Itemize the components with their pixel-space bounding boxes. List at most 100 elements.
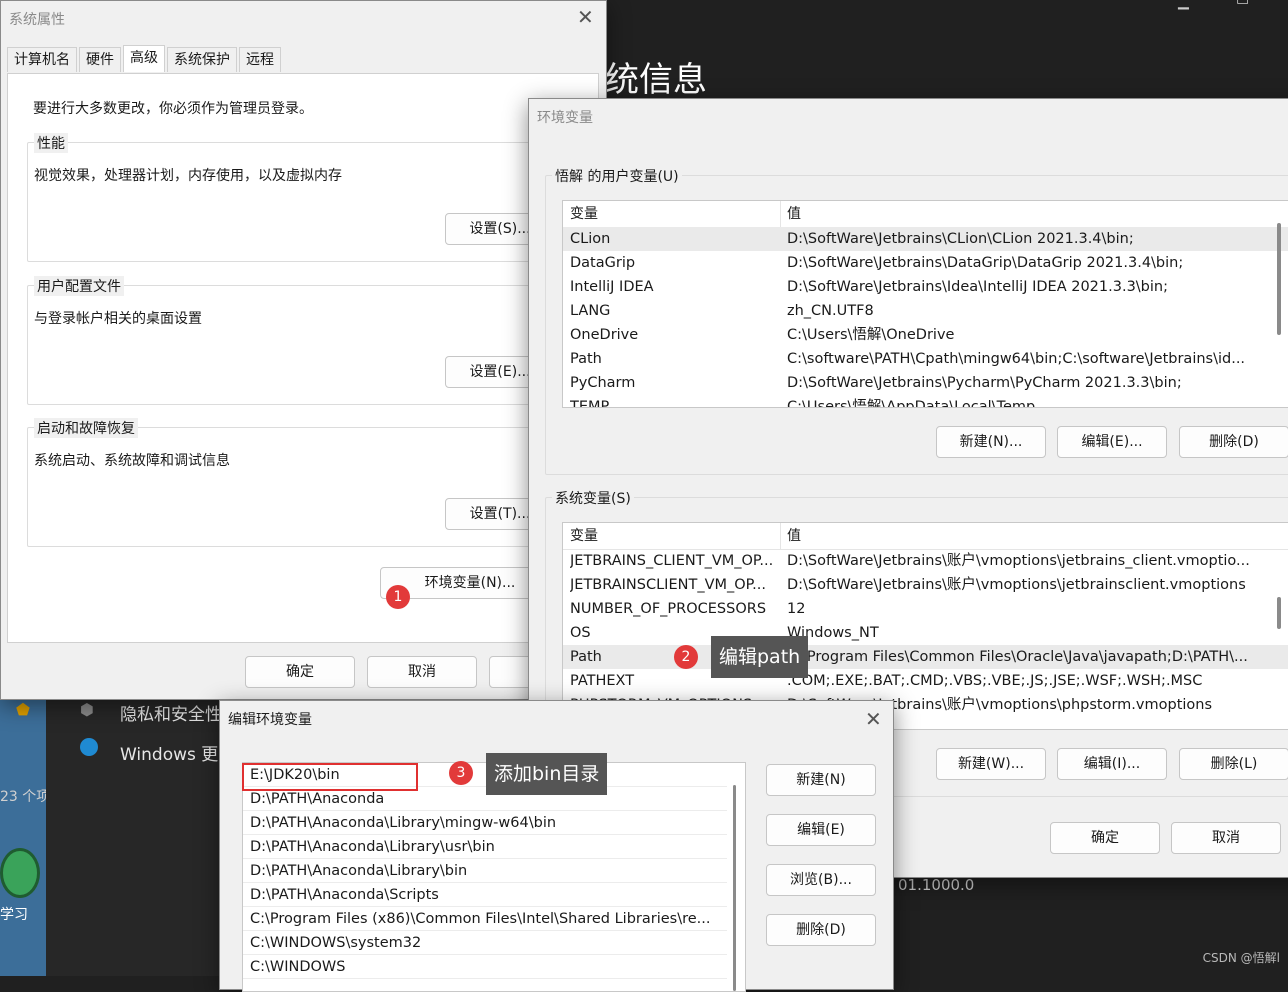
settings-menu: ⬢ 隐私和安全性 Windows 更新 bbox=[46, 680, 246, 976]
minimize-icon[interactable]: ▁ bbox=[1178, 0, 1189, 10]
variable-name-cell: LANG bbox=[570, 303, 611, 319]
table-row[interactable]: JETBRAINSCLIENT_VM_OP... D:\SoftWare\Jetb… bbox=[563, 573, 1288, 597]
table-row[interactable]: PATHEXT .COM;.EXE;.BAT;.CMD;.VBS;.VBE;.JS… bbox=[563, 669, 1288, 693]
system-edit-button[interactable]: 编辑(I)... bbox=[1057, 748, 1167, 780]
tab-computer-name[interactable]: 计算机名 bbox=[7, 47, 77, 72]
variable-value-cell: D:\SoftWare\Jetbrains\Pycharm\PyCharm 20… bbox=[787, 375, 1182, 391]
list-item[interactable]: D:\PATH\Anaconda\Library\usr\bin bbox=[243, 835, 727, 859]
list-header: 变量 值 bbox=[563, 523, 1288, 550]
performance-label: 性能 bbox=[34, 133, 68, 153]
column-variable[interactable]: 变量 bbox=[570, 201, 598, 227]
system-variables-list[interactable]: 变量 值 JETBRAINS_CLIENT_VM_OP... D:\SoftWar… bbox=[562, 522, 1288, 730]
tab-hardware[interactable]: 硬件 bbox=[79, 47, 121, 72]
variable-value-cell: D:\SoftWare\Jetbrains\账户\vmoptions\jetbr… bbox=[787, 577, 1246, 593]
column-variable[interactable]: 变量 bbox=[570, 523, 598, 549]
list-item[interactable]: D:\PATH\Anaconda\Library\mingw-w64\bin bbox=[243, 811, 727, 835]
variable-name-cell: IntelliJ IDEA bbox=[570, 279, 654, 295]
list-item[interactable]: C:\WINDOWS bbox=[243, 955, 727, 979]
table-row[interactable]: LANG zh_CN.UTF8 bbox=[563, 299, 1288, 323]
privacy-shield-icon: ⬢ bbox=[80, 700, 94, 719]
table-row[interactable]: CLion D:\SoftWare\Jetbrains\CLion\CLion 2… bbox=[563, 227, 1288, 251]
variable-value-cell: C:\Users\悟解\OneDrive bbox=[787, 327, 955, 343]
user-variables-list[interactable]: 变量 值 CLion D:\SoftWare\Jetbrains\CLion\CL… bbox=[562, 200, 1288, 408]
system-variables-label: 系统变量(S) bbox=[552, 488, 634, 508]
list-header: 变量 值 bbox=[563, 201, 1288, 228]
highlight-new-entry bbox=[242, 763, 418, 791]
edit-new-button[interactable]: 新建(N) bbox=[766, 764, 876, 796]
table-row[interactable]: Path C:\Program Files\Common Files\Oracle… bbox=[563, 645, 1288, 669]
path-entries-list[interactable]: E:\JDK20\bin D:\PATH\Anaconda D:\PATH\Anac… bbox=[242, 762, 746, 992]
table-row[interactable]: PyCharm D:\SoftWare\Jetbrains\Pycharm\PyC… bbox=[563, 371, 1288, 395]
scrollbar[interactable] bbox=[733, 785, 736, 991]
user-new-button[interactable]: 新建(N)... bbox=[936, 426, 1046, 458]
variable-name-cell: TEMP bbox=[570, 399, 610, 408]
performance-group: 性能 视觉效果，处理器计划，内存使用，以及虚拟内存 设置(S)... bbox=[27, 133, 587, 262]
table-row[interactable]: DataGrip D:\SoftWare\Jetbrains\DataGrip\D… bbox=[563, 251, 1288, 275]
list-item[interactable]: C:\Program Files (x86)\Common Files\Inte… bbox=[243, 907, 727, 931]
column-divider[interactable] bbox=[780, 201, 781, 227]
tab-system-protection[interactable]: 系统保护 bbox=[167, 47, 237, 72]
user-profile-desc: 与登录帐户相关的桌面设置 bbox=[34, 311, 202, 327]
variable-value-cell: D:\SoftWare\Jetbrains\Idea\IntelliJ IDEA… bbox=[787, 279, 1168, 295]
column-divider[interactable] bbox=[780, 523, 781, 549]
scrollbar[interactable] bbox=[1277, 597, 1281, 629]
table-row[interactable]: TEMP C:\Users\悟解\AppData\Local\Temp bbox=[563, 395, 1288, 408]
list-item[interactable]: D:\PATH\Anaconda\Library\bin bbox=[243, 859, 727, 883]
scrollbar[interactable] bbox=[1277, 223, 1281, 335]
user-profile-label: 用户配置文件 bbox=[34, 276, 124, 296]
variable-value-cell: Windows_NT bbox=[787, 625, 879, 641]
variable-name-cell: PyCharm bbox=[570, 375, 636, 391]
table-row[interactable]: JETBRAINS_CLIENT_VM_OP... D:\SoftWare\Jet… bbox=[563, 549, 1288, 573]
variable-value-cell: D:\SoftWare\Jetbrains\账户\vmoptions\jetbr… bbox=[787, 553, 1250, 569]
menu-item-windows-update[interactable]: Windows 更新 bbox=[120, 740, 235, 765]
user-delete-button[interactable]: 删除(D) bbox=[1179, 426, 1288, 458]
table-row[interactable]: OS Windows_NT bbox=[563, 621, 1288, 645]
variable-name-cell: JETBRAINS_CLIENT_VM_OP... bbox=[570, 553, 774, 569]
user-profile-group: 用户配置文件 与登录帐户相关的桌面设置 设置(E)... bbox=[27, 276, 587, 405]
variable-value-cell: C:\software\PATH\Cpath\mingw64\bin;C:\so… bbox=[787, 351, 1246, 367]
ok-button[interactable]: 确定 bbox=[245, 656, 355, 688]
variable-value-cell: D:\SoftWare\Jetbrains\DataGrip\DataGrip … bbox=[787, 255, 1184, 271]
list-item[interactable]: D:\PATH\Anaconda\Scripts bbox=[243, 883, 727, 907]
variable-name-cell: DataGrip bbox=[570, 255, 636, 271]
table-row[interactable]: IntelliJ IDEA D:\SoftWare\Jetbrains\Idea\… bbox=[563, 275, 1288, 299]
tab-remote[interactable]: 远程 bbox=[239, 47, 281, 72]
window-controls: ▁ □ bbox=[1170, 0, 1288, 10]
advanced-tab-panel: 要进行大多数更改，你必须作为管理员登录。 性能 视觉效果，处理器计划，内存使用，… bbox=[7, 73, 599, 643]
step-3-callout: 添加bin目录 bbox=[486, 753, 608, 795]
cancel-button[interactable]: 取消 bbox=[1171, 822, 1281, 854]
variable-name-cell: CLion bbox=[570, 231, 611, 247]
startup-recovery-group: 启动和故障恢复 系统启动、系统故障和调试信息 设置(T)... bbox=[27, 418, 587, 547]
table-row[interactable]: NUMBER_OF_PROCESSORS 12 bbox=[563, 597, 1288, 621]
edit-browse-button[interactable]: 浏览(B)... bbox=[766, 864, 876, 896]
step-marker-2: 2 bbox=[674, 645, 698, 669]
column-value[interactable]: 值 bbox=[787, 201, 801, 227]
system-new-button[interactable]: 新建(W)... bbox=[936, 748, 1046, 780]
desktop-app-icon[interactable] bbox=[0, 848, 40, 898]
dialog-title: 环境变量 bbox=[537, 110, 593, 126]
edit-delete-button[interactable]: 删除(D) bbox=[766, 914, 876, 946]
user-variables-label: 悟解 的用户变量(U) bbox=[552, 166, 682, 186]
step-marker-1: 1 bbox=[386, 585, 410, 609]
list-item[interactable]: C:\WINDOWS\system32 bbox=[243, 931, 727, 955]
table-row[interactable]: OneDrive C:\Users\悟解\OneDrive bbox=[563, 323, 1288, 347]
variable-name-cell: NUMBER_OF_PROCESSORS bbox=[570, 601, 767, 617]
tab-advanced[interactable]: 高级 bbox=[123, 45, 165, 72]
dialog-title: 编辑环境变量 bbox=[228, 712, 312, 728]
system-delete-button[interactable]: 删除(L) bbox=[1179, 748, 1288, 780]
ok-button[interactable]: 确定 bbox=[1050, 822, 1160, 854]
maximize-icon[interactable]: □ bbox=[1236, 0, 1249, 6]
close-icon[interactable]: ✕ bbox=[865, 709, 882, 729]
shield-icon: ⬟ bbox=[16, 700, 30, 719]
variable-value-cell: 12 bbox=[787, 601, 806, 617]
performance-desc: 视觉效果，处理器计划，内存使用，以及虚拟内存 bbox=[34, 168, 342, 184]
user-variables-group: 悟解 的用户变量(U) 变量 值 CLion D:\SoftWare\Jetbra… bbox=[545, 166, 1288, 475]
edit-edit-button[interactable]: 编辑(E) bbox=[766, 814, 876, 846]
cancel-button[interactable]: 取消 bbox=[367, 656, 477, 688]
user-edit-button[interactable]: 编辑(E)... bbox=[1057, 426, 1167, 458]
close-icon[interactable]: ✕ bbox=[577, 7, 594, 27]
menu-item-privacy[interactable]: 隐私和安全性 bbox=[120, 700, 222, 725]
column-value[interactable]: 值 bbox=[787, 523, 801, 549]
table-row[interactable]: Path C:\software\PATH\Cpath\mingw64\bin;C… bbox=[563, 347, 1288, 371]
step-2-callout: 编辑path bbox=[711, 636, 809, 678]
